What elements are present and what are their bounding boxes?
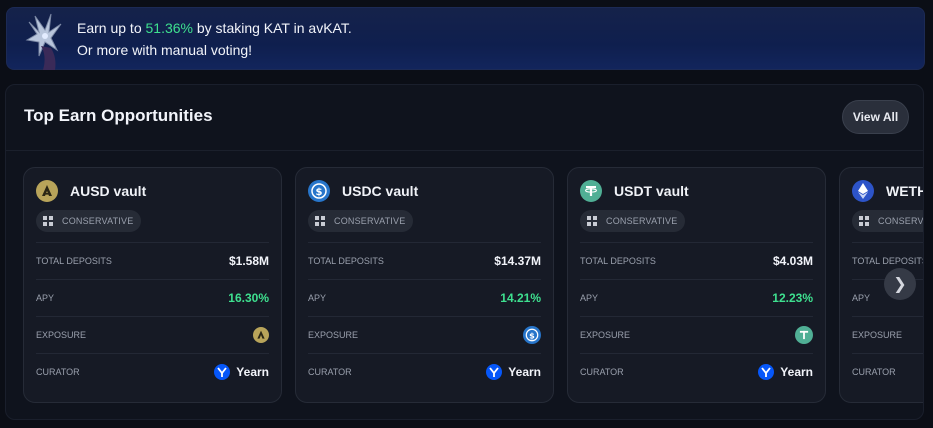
yearn-icon [486, 364, 503, 380]
section-title: Top Earn Opportunities [24, 106, 213, 125]
divider [6, 150, 923, 151]
ausd-icon [36, 180, 58, 202]
curator-name: Yearn [780, 365, 813, 379]
total-deposits-row: TOTAL DEPOSITS $1.58M [36, 242, 269, 279]
apy-value: 14.21% [500, 291, 541, 305]
vault-title: WETH [886, 183, 924, 199]
promo-banner[interactable]: Earn up to 51.36% by staking KAT in avKA… [6, 7, 925, 70]
total-deposits-value: $4.03M [772, 254, 813, 268]
banner-line-1: Earn up to 51.36% by staking KAT in avKA… [77, 20, 352, 36]
total-deposits-row: TOTAL DEPOSITS $4.03M [580, 242, 813, 279]
apy-value: 16.30% [228, 291, 269, 305]
view-all-button[interactable]: View All [842, 100, 909, 134]
apy-highlight: 51.36% [145, 20, 193, 36]
kat-mascot-icon [25, 12, 65, 72]
earn-opportunities-panel: Top Earn Opportunities View All AUSD vau… [5, 84, 924, 420]
vault-card-usdt[interactable]: USDT vault CONSERVATIVE TOTAL DEPOSITS $4… [567, 167, 826, 403]
usdt-exposure-icon [795, 326, 813, 344]
banner-line-2: Or more with manual voting! [77, 42, 253, 58]
total-deposits-row: TOTAL DEPOSITS $14.37M [308, 242, 541, 279]
curator-row: CURATOR Yearn [36, 353, 269, 390]
curator-name: Yearn [508, 365, 541, 379]
usdt-icon [580, 180, 602, 202]
exposure-row: EXPOSURE [852, 316, 923, 353]
risk-shield-icon [587, 216, 597, 226]
apy-value: 12.23% [772, 291, 813, 305]
svg-text:$: $ [316, 187, 323, 198]
carousel-next-button[interactable]: ❯ [884, 268, 916, 300]
exposure-row: EXPOSURE [580, 316, 813, 353]
risk-shield-icon [859, 216, 869, 226]
risk-badge: CONSERVATIVE [852, 210, 923, 232]
curator-row: CURATOR Yearn [308, 353, 541, 390]
vault-card-usdc[interactable]: $ USDC vault CONSERVATIVE TOTAL DEPOSITS… [295, 167, 554, 403]
curator-name: Yearn [236, 365, 269, 379]
vault-card-ausd[interactable]: AUSD vault CONSERVATIVE TOTAL DEPOSITS $1… [23, 167, 282, 403]
usdc-icon: $ [308, 180, 330, 202]
chevron-right-icon: ❯ [893, 276, 907, 293]
vault-title: USDC vault [342, 183, 419, 199]
risk-shield-icon [315, 216, 325, 226]
risk-badge: CONSERVATIVE [580, 210, 686, 232]
vault-title: USDT vault [614, 183, 689, 199]
eth-icon [852, 180, 874, 202]
risk-badge: CONSERVATIVE [308, 210, 414, 232]
apy-row: APY 16.30% [36, 279, 269, 316]
yearn-icon [758, 364, 775, 380]
curator-row: CURATOR [852, 353, 923, 390]
risk-shield-icon [43, 216, 53, 226]
svg-text:$: $ [529, 330, 535, 340]
apy-row: APY 14.21% [308, 279, 541, 316]
total-deposits-value: $1.58M [228, 254, 269, 268]
exposure-row: EXPOSURE [36, 316, 269, 353]
usdc-exposure-icon: $ [523, 326, 541, 344]
apy-row: APY 12.23% [580, 279, 813, 316]
vault-title: AUSD vault [70, 183, 147, 199]
ausd-exposure-icon [253, 327, 269, 343]
curator-row: CURATOR Yearn [580, 353, 813, 390]
yearn-icon [214, 364, 231, 380]
total-deposits-value: $14.37M [494, 254, 541, 268]
banner-text: Earn up to 51.36% by staking KAT in avKA… [77, 17, 352, 61]
risk-badge: CONSERVATIVE [36, 210, 142, 232]
exposure-row: EXPOSURE $ [308, 316, 541, 353]
